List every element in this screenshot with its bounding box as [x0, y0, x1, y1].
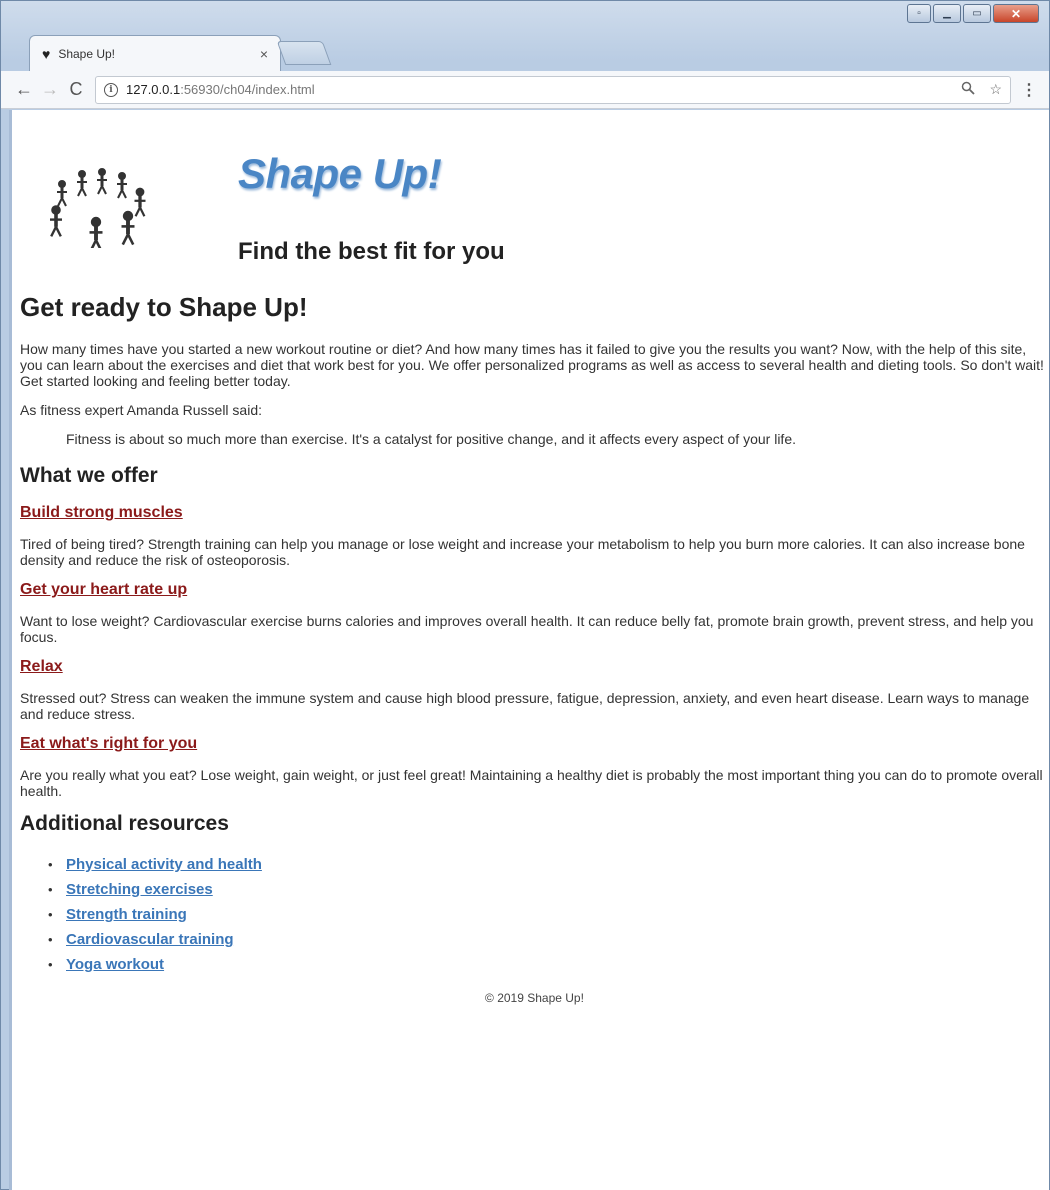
page-viewport: Shape Up! Find the best fit for you Get …: [9, 110, 1049, 1190]
tab-title: Shape Up!: [58, 46, 116, 61]
info-icon[interactable]: i: [104, 82, 118, 97]
list-item: • Yoga workout: [48, 952, 1049, 977]
quote-intro: As fitness expert Amanda Russell said:: [20, 402, 263, 418]
page-footer: © 2019 Shape Up!: [485, 991, 584, 1005]
tab-close-icon[interactable]: ×: [260, 46, 268, 62]
title-bar: ▫ ▁ ▭ ✕ ♥ Shape Up! ×: [1, 1, 1049, 71]
blockquote: Fitness is about so much more than exerc…: [66, 431, 796, 447]
new-tab-button[interactable]: [276, 41, 332, 65]
menu-icon[interactable]: ⋮: [1019, 80, 1039, 100]
bullet-icon: •: [48, 857, 53, 872]
list-item: • Physical activity and health: [48, 852, 1049, 877]
url-host: 127.0.0.1: [126, 82, 181, 97]
resources-list: • Physical activity and health • Stretchin…: [48, 852, 1049, 977]
offer-title-muscles: Build strong muscles: [20, 504, 1049, 522]
offer-text-heart: Want to lose weight? Cardiovascular exer…: [20, 613, 1034, 645]
list-item: • Stretching exercises: [48, 877, 1049, 902]
resource-link-yoga[interactable]: Yoga workout: [66, 952, 164, 977]
browser-window: ▫ ▁ ▭ ✕ ♥ Shape Up! × ← → C i 127.0.0.1 …: [0, 0, 1050, 1190]
forward-icon[interactable]: →: [37, 77, 63, 103]
restore-small-icon[interactable]: ▫: [907, 4, 931, 23]
offer-link-heart[interactable]: Get your heart rate up: [20, 581, 187, 598]
address-bar[interactable]: i 127.0.0.1 :56930/ch04/index.html ☆: [95, 75, 1011, 104]
brand-title: Shape Up!: [238, 150, 442, 197]
resources-heading: Additional resources: [20, 812, 229, 835]
bullet-icon: •: [48, 907, 53, 922]
offer-title-heart: Get your heart rate up: [20, 581, 1049, 599]
resource-link-cardio[interactable]: Cardiovascular training: [66, 927, 234, 952]
tagline: Find the best fit for you: [238, 238, 505, 265]
page-header: Shape Up! Find the best fit for you: [20, 110, 1049, 290]
page-content: Shape Up! Find the best fit for you Get …: [12, 110, 1049, 1005]
url-path: :56930/ch04/index.html: [180, 82, 315, 97]
maximize-button[interactable]: ▭: [963, 4, 991, 23]
list-item: • Strength training: [48, 902, 1049, 927]
minimize-button[interactable]: ▁: [933, 4, 961, 23]
offer-title-eat: Eat what's right for you: [20, 735, 1049, 753]
offer-text-muscles: Tired of being tired? Strength training …: [20, 536, 1025, 568]
offer-text-relax: Stressed out? Stress can weaken the immu…: [20, 690, 1030, 722]
close-window-button[interactable]: ✕: [993, 4, 1039, 23]
offer-link-relax[interactable]: Relax: [20, 658, 63, 675]
heart-favicon-icon: ♥: [42, 45, 51, 62]
intro-paragraph: How many times have you started a new wo…: [20, 341, 1044, 389]
bullet-icon: •: [48, 957, 53, 972]
offer-link-muscles[interactable]: Build strong muscles: [20, 504, 183, 521]
offer-text-eat: Are you really what you eat? Lose weight…: [20, 767, 1043, 799]
offer-link-eat[interactable]: Eat what's right for you: [20, 735, 197, 752]
zoom-icon[interactable]: [961, 81, 976, 98]
bookmark-star-icon[interactable]: ☆: [989, 81, 1002, 98]
bullet-icon: •: [48, 882, 53, 897]
intro-heading: Get ready to Shape Up!: [20, 292, 308, 322]
list-item: • Cardiovascular training: [48, 927, 1049, 952]
reload-icon[interactable]: C: [63, 77, 89, 103]
browser-toolbar: ← → C i 127.0.0.1 :56930/ch04/index.html…: [1, 71, 1049, 109]
resource-link-stretching[interactable]: Stretching exercises: [66, 877, 213, 902]
window-controls: ▫ ▁ ▭ ✕: [907, 4, 1039, 23]
bullet-icon: •: [48, 932, 53, 947]
offer-heading: What we offer: [20, 464, 158, 487]
logo-people-circle-icon: [49, 168, 146, 248]
resource-link-physical[interactable]: Physical activity and health: [66, 852, 262, 877]
resource-link-strength[interactable]: Strength training: [66, 902, 187, 927]
browser-tab[interactable]: ♥ Shape Up! ×: [29, 35, 281, 71]
offer-title-relax: Relax: [20, 658, 1049, 676]
back-icon[interactable]: ←: [11, 77, 37, 103]
